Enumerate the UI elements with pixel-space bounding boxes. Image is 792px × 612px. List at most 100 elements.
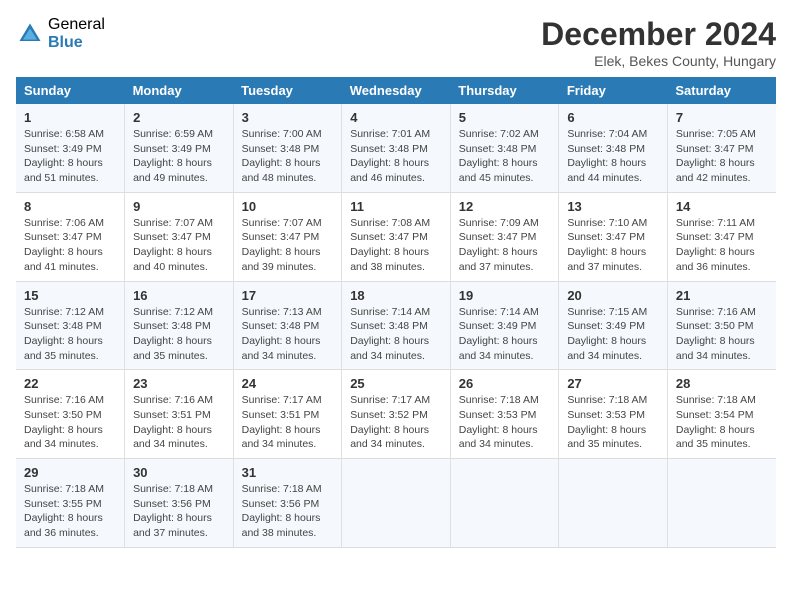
- calendar-cell: 12 Sunrise: 7:09 AMSunset: 3:47 PMDaylig…: [450, 192, 559, 281]
- day-number: 11: [350, 199, 442, 214]
- day-number: 31: [242, 465, 334, 480]
- day-info: Sunrise: 7:14 AMSunset: 3:48 PMDaylight:…: [350, 306, 430, 362]
- day-info: Sunrise: 7:18 AMSunset: 3:55 PMDaylight:…: [24, 483, 104, 539]
- calendar-week-row: 15 Sunrise: 7:12 AMSunset: 3:48 PMDaylig…: [16, 281, 776, 370]
- day-info: Sunrise: 7:07 AMSunset: 3:47 PMDaylight:…: [242, 217, 322, 273]
- day-number: 18: [350, 288, 442, 303]
- day-number: 29: [24, 465, 116, 480]
- day-info: Sunrise: 7:12 AMSunset: 3:48 PMDaylight:…: [133, 306, 213, 362]
- calendar-cell: [342, 459, 451, 548]
- day-number: 17: [242, 288, 334, 303]
- calendar-cell: 28 Sunrise: 7:18 AMSunset: 3:54 PMDaylig…: [667, 370, 776, 459]
- calendar-week-row: 22 Sunrise: 7:16 AMSunset: 3:50 PMDaylig…: [16, 370, 776, 459]
- calendar-cell: [559, 459, 668, 548]
- calendar-cell: 3 Sunrise: 7:00 AMSunset: 3:48 PMDayligh…: [233, 104, 342, 192]
- calendar-week-row: 8 Sunrise: 7:06 AMSunset: 3:47 PMDayligh…: [16, 192, 776, 281]
- day-number: 28: [676, 376, 768, 391]
- day-info: Sunrise: 7:08 AMSunset: 3:47 PMDaylight:…: [350, 217, 430, 273]
- day-info: Sunrise: 7:16 AMSunset: 3:51 PMDaylight:…: [133, 394, 213, 450]
- day-info: Sunrise: 7:14 AMSunset: 3:49 PMDaylight:…: [459, 306, 539, 362]
- weekday-header-saturday: Saturday: [667, 77, 776, 104]
- calendar-title: December 2024: [541, 16, 776, 53]
- day-number: 30: [133, 465, 225, 480]
- day-number: 19: [459, 288, 551, 303]
- calendar-cell: 7 Sunrise: 7:05 AMSunset: 3:47 PMDayligh…: [667, 104, 776, 192]
- calendar-cell: 13 Sunrise: 7:10 AMSunset: 3:47 PMDaylig…: [559, 192, 668, 281]
- calendar-cell: 9 Sunrise: 7:07 AMSunset: 3:47 PMDayligh…: [125, 192, 234, 281]
- day-number: 15: [24, 288, 116, 303]
- logo-general: General: [48, 16, 105, 34]
- weekday-header-wednesday: Wednesday: [342, 77, 451, 104]
- logo-text: General Blue: [48, 16, 105, 51]
- day-info: Sunrise: 7:16 AMSunset: 3:50 PMDaylight:…: [676, 306, 756, 362]
- weekday-header-thursday: Thursday: [450, 77, 559, 104]
- calendar-cell: 30 Sunrise: 7:18 AMSunset: 3:56 PMDaylig…: [125, 459, 234, 548]
- calendar-cell: 14 Sunrise: 7:11 AMSunset: 3:47 PMDaylig…: [667, 192, 776, 281]
- day-info: Sunrise: 6:59 AMSunset: 3:49 PMDaylight:…: [133, 128, 213, 184]
- calendar-week-row: 29 Sunrise: 7:18 AMSunset: 3:55 PMDaylig…: [16, 459, 776, 548]
- calendar-cell: 31 Sunrise: 7:18 AMSunset: 3:56 PMDaylig…: [233, 459, 342, 548]
- day-number: 3: [242, 110, 334, 125]
- calendar-cell: 25 Sunrise: 7:17 AMSunset: 3:52 PMDaylig…: [342, 370, 451, 459]
- calendar-cell: 20 Sunrise: 7:15 AMSunset: 3:49 PMDaylig…: [559, 281, 668, 370]
- calendar-cell: 16 Sunrise: 7:12 AMSunset: 3:48 PMDaylig…: [125, 281, 234, 370]
- day-info: Sunrise: 7:09 AMSunset: 3:47 PMDaylight:…: [459, 217, 539, 273]
- calendar-week-row: 1 Sunrise: 6:58 AMSunset: 3:49 PMDayligh…: [16, 104, 776, 192]
- weekday-header-sunday: Sunday: [16, 77, 125, 104]
- day-number: 25: [350, 376, 442, 391]
- weekday-header-row: SundayMondayTuesdayWednesdayThursdayFrid…: [16, 77, 776, 104]
- day-info: Sunrise: 7:11 AMSunset: 3:47 PMDaylight:…: [676, 217, 755, 273]
- logo-icon: [16, 20, 44, 48]
- day-number: 23: [133, 376, 225, 391]
- day-info: Sunrise: 7:00 AMSunset: 3:48 PMDaylight:…: [242, 128, 322, 184]
- calendar-cell: 27 Sunrise: 7:18 AMSunset: 3:53 PMDaylig…: [559, 370, 668, 459]
- calendar-cell: 8 Sunrise: 7:06 AMSunset: 3:47 PMDayligh…: [16, 192, 125, 281]
- calendar-cell: 19 Sunrise: 7:14 AMSunset: 3:49 PMDaylig…: [450, 281, 559, 370]
- calendar-cell: 15 Sunrise: 7:12 AMSunset: 3:48 PMDaylig…: [16, 281, 125, 370]
- calendar-cell: 24 Sunrise: 7:17 AMSunset: 3:51 PMDaylig…: [233, 370, 342, 459]
- day-info: Sunrise: 6:58 AMSunset: 3:49 PMDaylight:…: [24, 128, 104, 184]
- calendar-cell: 10 Sunrise: 7:07 AMSunset: 3:47 PMDaylig…: [233, 192, 342, 281]
- calendar-cell: 29 Sunrise: 7:18 AMSunset: 3:55 PMDaylig…: [16, 459, 125, 548]
- day-number: 20: [567, 288, 659, 303]
- day-number: 12: [459, 199, 551, 214]
- day-info: Sunrise: 7:02 AMSunset: 3:48 PMDaylight:…: [459, 128, 539, 184]
- day-info: Sunrise: 7:01 AMSunset: 3:48 PMDaylight:…: [350, 128, 430, 184]
- calendar-cell: 5 Sunrise: 7:02 AMSunset: 3:48 PMDayligh…: [450, 104, 559, 192]
- calendar-cell: 26 Sunrise: 7:18 AMSunset: 3:53 PMDaylig…: [450, 370, 559, 459]
- day-info: Sunrise: 7:17 AMSunset: 3:52 PMDaylight:…: [350, 394, 430, 450]
- day-number: 4: [350, 110, 442, 125]
- day-info: Sunrise: 7:15 AMSunset: 3:49 PMDaylight:…: [567, 306, 647, 362]
- calendar-cell: 22 Sunrise: 7:16 AMSunset: 3:50 PMDaylig…: [16, 370, 125, 459]
- day-info: Sunrise: 7:16 AMSunset: 3:50 PMDaylight:…: [24, 394, 104, 450]
- day-number: 9: [133, 199, 225, 214]
- calendar-cell: 11 Sunrise: 7:08 AMSunset: 3:47 PMDaylig…: [342, 192, 451, 281]
- day-info: Sunrise: 7:13 AMSunset: 3:48 PMDaylight:…: [242, 306, 322, 362]
- day-number: 10: [242, 199, 334, 214]
- calendar-cell: 4 Sunrise: 7:01 AMSunset: 3:48 PMDayligh…: [342, 104, 451, 192]
- day-info: Sunrise: 7:18 AMSunset: 3:54 PMDaylight:…: [676, 394, 756, 450]
- weekday-header-monday: Monday: [125, 77, 234, 104]
- calendar-cell: 1 Sunrise: 6:58 AMSunset: 3:49 PMDayligh…: [16, 104, 125, 192]
- day-info: Sunrise: 7:05 AMSunset: 3:47 PMDaylight:…: [676, 128, 756, 184]
- day-number: 24: [242, 376, 334, 391]
- day-number: 6: [567, 110, 659, 125]
- day-number: 1: [24, 110, 116, 125]
- day-number: 22: [24, 376, 116, 391]
- day-info: Sunrise: 7:18 AMSunset: 3:56 PMDaylight:…: [242, 483, 322, 539]
- day-info: Sunrise: 7:18 AMSunset: 3:56 PMDaylight:…: [133, 483, 213, 539]
- day-number: 5: [459, 110, 551, 125]
- day-number: 26: [459, 376, 551, 391]
- calendar-subtitle: Elek, Bekes County, Hungary: [541, 53, 776, 69]
- calendar-cell: 2 Sunrise: 6:59 AMSunset: 3:49 PMDayligh…: [125, 104, 234, 192]
- day-info: Sunrise: 7:10 AMSunset: 3:47 PMDaylight:…: [567, 217, 647, 273]
- calendar-cell: [667, 459, 776, 548]
- calendar-cell: 21 Sunrise: 7:16 AMSunset: 3:50 PMDaylig…: [667, 281, 776, 370]
- day-info: Sunrise: 7:07 AMSunset: 3:47 PMDaylight:…: [133, 217, 213, 273]
- day-info: Sunrise: 7:18 AMSunset: 3:53 PMDaylight:…: [567, 394, 647, 450]
- logo-blue: Blue: [48, 34, 105, 52]
- calendar-cell: 18 Sunrise: 7:14 AMSunset: 3:48 PMDaylig…: [342, 281, 451, 370]
- day-info: Sunrise: 7:17 AMSunset: 3:51 PMDaylight:…: [242, 394, 322, 450]
- calendar-cell: 23 Sunrise: 7:16 AMSunset: 3:51 PMDaylig…: [125, 370, 234, 459]
- weekday-header-friday: Friday: [559, 77, 668, 104]
